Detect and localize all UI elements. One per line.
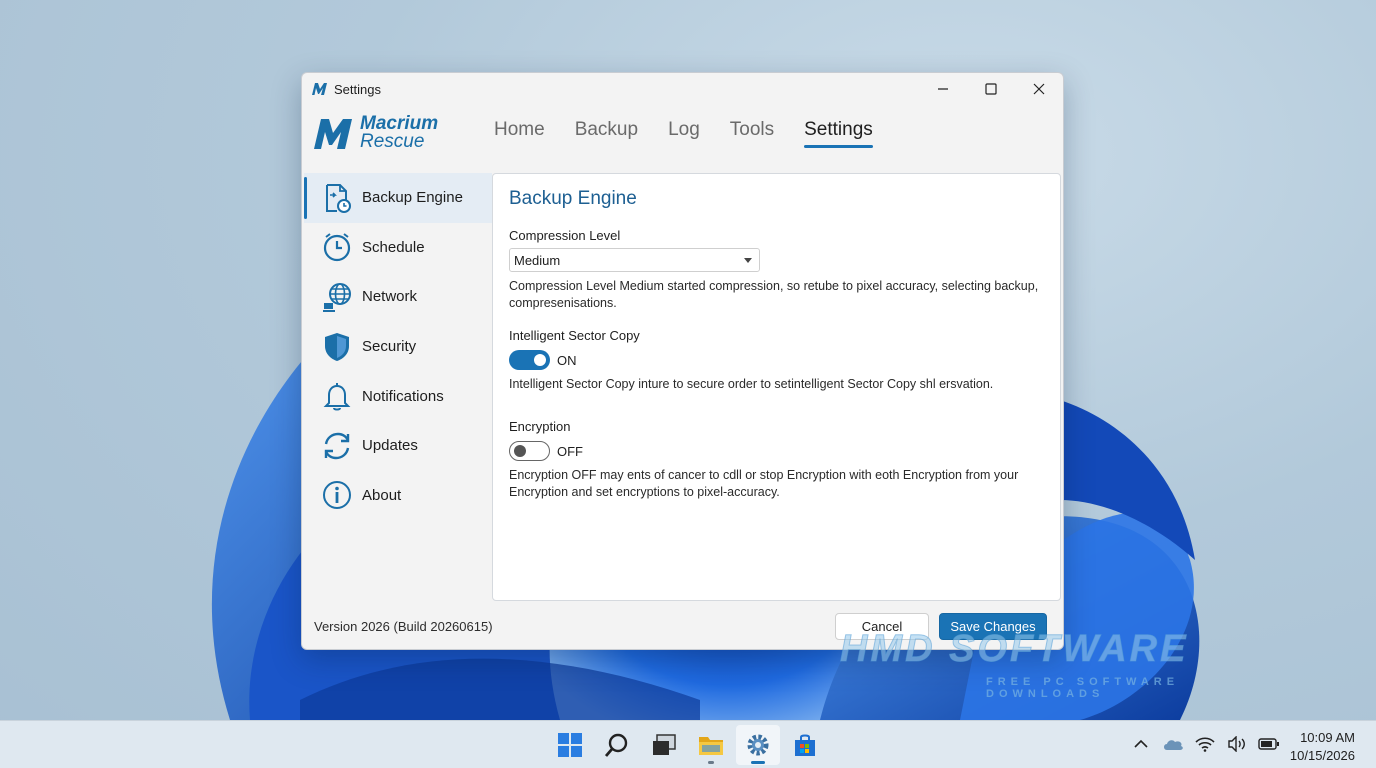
active-indicator: [751, 761, 765, 764]
backup-engine-icon: [320, 181, 354, 215]
encryption-label: Encryption: [509, 419, 571, 434]
macrium-logo-mark-icon: [314, 119, 352, 149]
running-indicator: [708, 761, 714, 764]
sector-copy-label: Intelligent Sector Copy: [509, 328, 640, 343]
window-footer: Version 2026 (Build 20260615) Cancel Sav…: [302, 601, 1063, 649]
chevron-up-icon: [1134, 739, 1148, 748]
minimize-button[interactable]: [919, 73, 967, 105]
store-button[interactable]: [783, 725, 827, 765]
close-button[interactable]: [1015, 73, 1063, 105]
encryption-state: OFF: [557, 444, 583, 459]
task-view-button[interactable]: [642, 725, 686, 765]
sector-copy-toggle[interactable]: [509, 350, 550, 370]
search-icon: [604, 733, 628, 757]
onedrive-cloud-icon: [1164, 740, 1183, 750]
globe-network-icon: [320, 280, 354, 314]
search-button[interactable]: [595, 725, 639, 765]
sidebar-item-security[interactable]: Security: [304, 322, 492, 372]
compression-level-dropdown[interactable]: Medium: [509, 248, 760, 272]
section-heading: Backup Engine: [509, 188, 637, 209]
start-button[interactable]: [548, 725, 592, 765]
onedrive-button[interactable]: [1162, 733, 1184, 755]
sidebar-item-network[interactable]: Network: [304, 272, 492, 322]
show-hidden-icons-button[interactable]: [1130, 733, 1152, 755]
window-title: Settings: [334, 81, 381, 97]
shield-icon: [320, 330, 354, 364]
sidebar-label-backup-engine: Backup Engine: [362, 189, 463, 207]
system-tray: [1130, 733, 1290, 755]
toggle-knob: [534, 354, 546, 366]
settings-content-panel: Backup Engine Compression Level Medium C…: [492, 173, 1061, 601]
sidebar-label-security: Security: [362, 338, 417, 356]
bell-icon: [320, 379, 354, 413]
taskbar: 10:09 AM 10/15/2026: [0, 720, 1376, 768]
sector-copy-description: Intelligent Sector Copy inture to secure…: [509, 377, 994, 391]
macrium-app-icon: [312, 83, 327, 95]
sidebar-item-backup-engine[interactable]: Backup Engine: [304, 173, 502, 223]
maximize-button[interactable]: [967, 73, 1015, 105]
toggle-knob: [514, 445, 526, 457]
wifi-button[interactable]: [1194, 733, 1216, 755]
compression-level-label: Compression Level: [509, 228, 621, 243]
encryption-toggle[interactable]: [509, 441, 550, 461]
nav-log[interactable]: Log: [668, 119, 700, 147]
sidebar-item-about[interactable]: About: [304, 471, 492, 521]
sidebar-label-notifications: Notifications: [362, 387, 444, 405]
logo-text-rescue: Rescue: [360, 131, 425, 152]
refresh-icon: [320, 429, 354, 463]
clock-time: 10:09 AM: [1300, 730, 1355, 745]
top-nav: Home Backup Log Tools Settings: [494, 119, 903, 148]
close-icon: [1033, 83, 1045, 95]
sector-copy-state: ON: [557, 353, 577, 368]
sidebar-item-updates[interactable]: Updates: [304, 421, 492, 471]
sidebar-item-notifications[interactable]: Notifications: [304, 371, 492, 421]
window-controls: [919, 73, 1063, 105]
dropdown-caret-icon: [744, 258, 752, 263]
app-header: Macrium Rescue Home Backup Log Tools Set…: [302, 105, 1063, 171]
battery-button[interactable]: [1258, 733, 1280, 755]
task-view-icon: [653, 734, 676, 755]
volume-icon: [1228, 736, 1245, 752]
settings-sidebar: Backup Engine Schedule Network Security …: [304, 173, 502, 601]
info-icon: [320, 478, 354, 512]
settings-window: Settings Macrium Rescue Home Backup Log …: [301, 72, 1064, 650]
sidebar-label-network: Network: [362, 288, 418, 306]
title-bar[interactable]: Settings: [302, 73, 1063, 105]
settings-taskbar-button[interactable]: [736, 725, 780, 765]
nav-backup[interactable]: Backup: [575, 119, 638, 147]
clock-icon: [320, 230, 354, 264]
sidebar-label-about: About: [362, 486, 402, 504]
wifi-icon: [1195, 737, 1215, 752]
start-icon: [558, 733, 582, 757]
cancel-button[interactable]: Cancel: [835, 613, 929, 640]
compression-level-value: Medium: [514, 253, 561, 268]
nav-settings[interactable]: Settings: [804, 119, 873, 148]
settings-gear-icon: [747, 734, 769, 756]
volume-button[interactable]: [1226, 733, 1248, 755]
compression-level-description: Compression Level Medium started compres…: [509, 279, 1039, 310]
clock-date: 10/15/2026: [1289, 748, 1355, 763]
taskbar-clock[interactable]: 10:09 AM 10/15/2026: [1283, 729, 1355, 765]
maximize-icon: [985, 83, 997, 95]
sidebar-label-updates: Updates: [362, 437, 418, 455]
nav-tools[interactable]: Tools: [730, 119, 774, 147]
encryption-description: Encryption OFF may ents of cancer to cdl…: [509, 468, 1019, 499]
battery-icon: [1258, 738, 1279, 750]
nav-home[interactable]: Home: [494, 119, 545, 147]
file-explorer-icon: [699, 737, 723, 755]
store-icon: [795, 734, 815, 756]
sidebar-item-schedule[interactable]: Schedule: [304, 223, 492, 273]
taskbar-apps: [548, 725, 830, 765]
sidebar-label-schedule: Schedule: [362, 238, 425, 256]
macrium-rescue-logo: Macrium Rescue: [312, 114, 438, 152]
save-changes-button[interactable]: Save Changes: [939, 613, 1047, 640]
version-text: Version 2026 (Build 20260615): [314, 619, 493, 634]
file-explorer-button[interactable]: [689, 725, 733, 765]
minimize-icon: [938, 88, 948, 90]
